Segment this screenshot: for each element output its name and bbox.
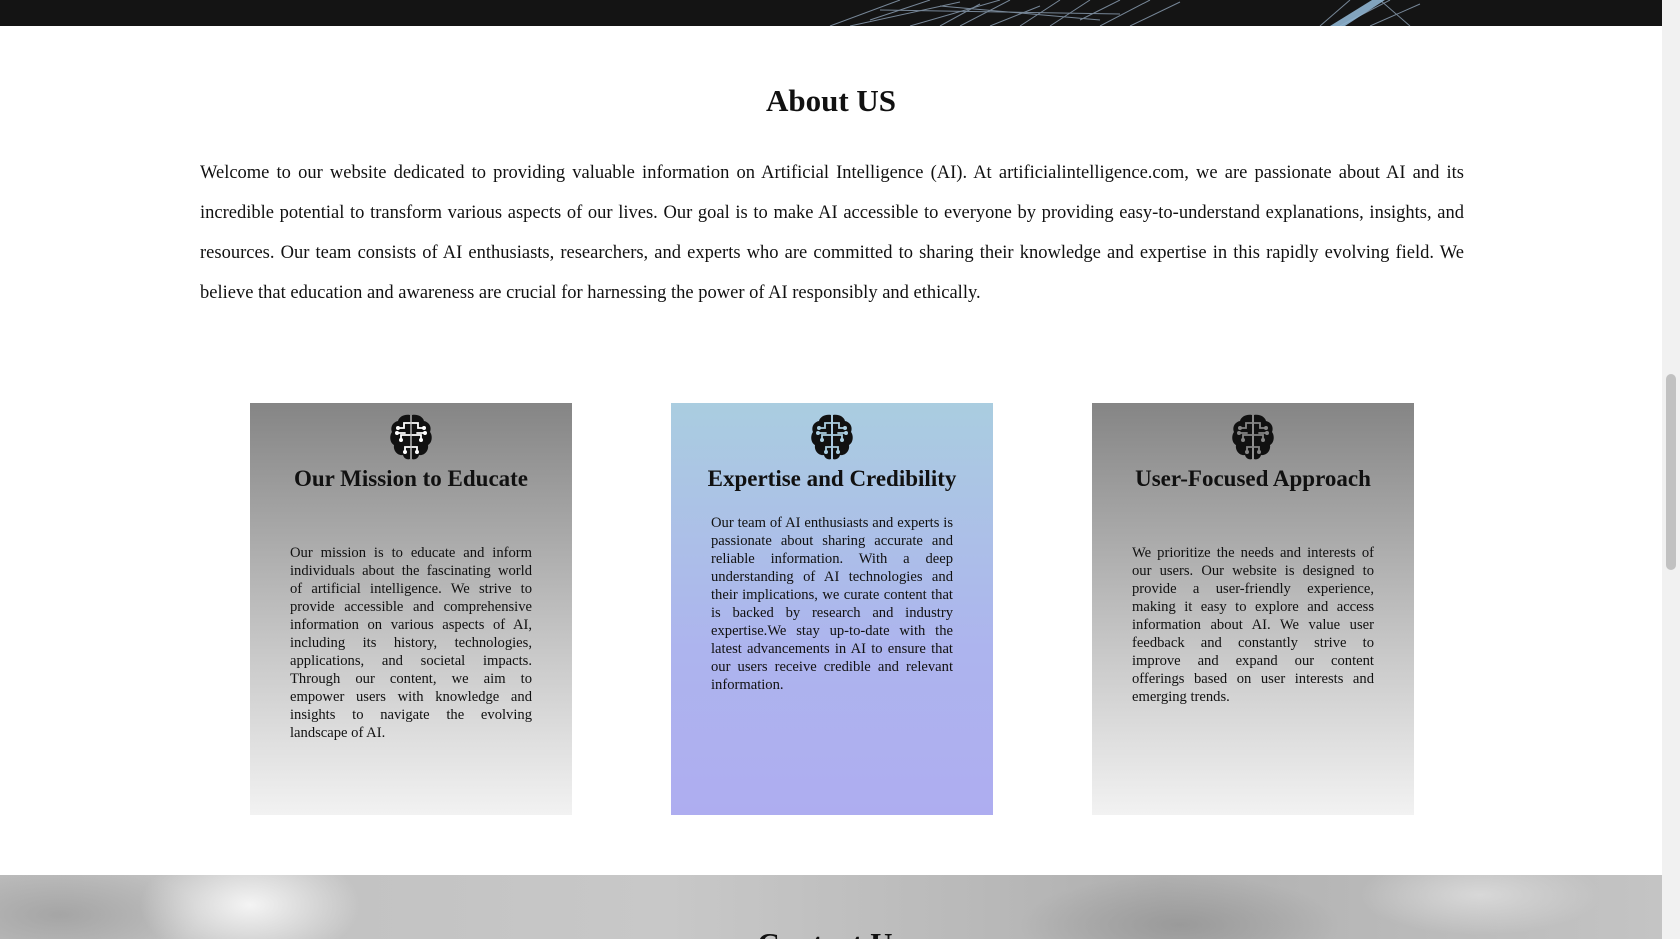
card-description: Our mission is to educate and inform ind…	[290, 545, 532, 741]
scrollbar-thumb[interactable]	[1666, 374, 1676, 570]
page-viewport: About US Welcome to our website dedicate…	[0, 0, 1662, 939]
brain-circuit-icon	[390, 414, 432, 460]
card-our-mission: Our Mission to Educate Our mission is to…	[250, 403, 572, 815]
about-title: About US	[765, 83, 897, 118]
card-user-focused: User-Focused Approach We prioritize the …	[1092, 403, 1414, 815]
about-description: Welcome to our website dedicated to prov…	[200, 163, 1464, 303]
brain-circuit-icon	[811, 414, 853, 460]
network-lines-decoration	[829, 0, 1421, 26]
contact-title: Contact Us	[0, 925, 1662, 939]
card-title: Expertise and Credibility	[707, 466, 957, 491]
hero-banner-bottom-edge	[0, 0, 1662, 26]
brain-circuit-icon	[1232, 414, 1274, 460]
contact-section: Contact Us	[0, 875, 1662, 939]
card-description: We prioritize the needs and interests of…	[1132, 545, 1374, 705]
card-expertise: Expertise and Credibility Our team of AI…	[671, 403, 993, 815]
card-description: Our team of AI enthusiasts and experts i…	[711, 515, 953, 693]
card-title: User-Focused Approach	[1135, 466, 1371, 491]
vertical-scrollbar[interactable]	[1662, 0, 1680, 939]
card-title: Our Mission to Educate	[293, 466, 529, 491]
